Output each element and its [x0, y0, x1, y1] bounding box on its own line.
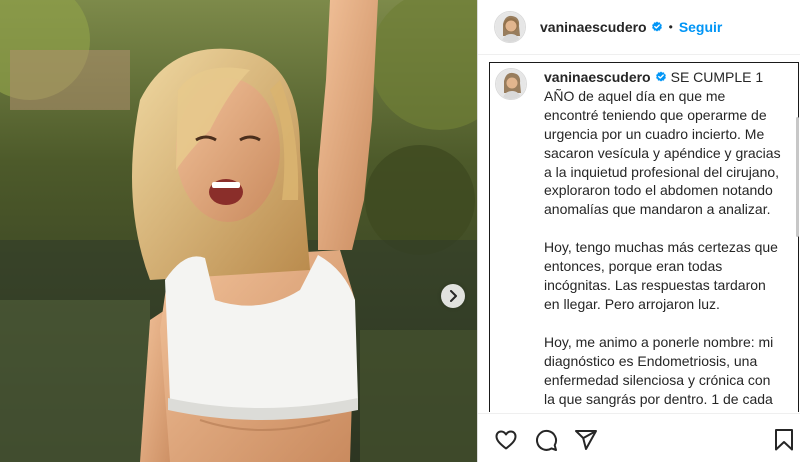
comment-button[interactable] [534, 428, 558, 452]
caption-paragraph-3: Hoy, me animo a ponerle nombre: mi diagn… [544, 333, 777, 412]
like-button[interactable] [494, 428, 518, 452]
save-button[interactable] [774, 428, 794, 452]
post-media [0, 0, 477, 462]
next-slide-button[interactable] [441, 284, 465, 308]
username-link[interactable]: vaninaescudero [540, 19, 647, 35]
follow-button[interactable]: Seguir [679, 19, 723, 35]
comment-icon [536, 429, 558, 451]
separator-dot: • [668, 20, 673, 34]
heart-icon [495, 430, 517, 450]
share-icon [575, 430, 597, 450]
chevron-right-icon [450, 290, 457, 302]
post-actions-bar [478, 413, 800, 462]
verified-badge-icon [651, 21, 663, 33]
caption-paragraph-text: SE CUMPLE 1 AÑO de aquel día en que me e… [544, 69, 781, 218]
verified-badge-icon [655, 71, 667, 83]
avatar-image [495, 12, 525, 42]
caption-username-link[interactable]: vaninaescudero [544, 69, 651, 85]
caption-scrollbar[interactable] [796, 117, 799, 237]
share-button[interactable] [574, 428, 598, 452]
bookmark-icon [775, 429, 793, 451]
post-panel: vaninaescudero • Seguir vaninaescudero SE… [477, 0, 800, 462]
avatar[interactable] [494, 11, 526, 43]
caption-paragraph-1: vaninaescudero SE CUMPLE 1 AÑO de aquel d… [544, 68, 782, 219]
caption-avatar[interactable] [495, 68, 527, 100]
post-header: vaninaescudero • Seguir [478, 0, 800, 55]
caption-text: vaninaescudero SE CUMPLE 1 AÑO de aquel d… [544, 68, 782, 412]
post-photo [0, 0, 477, 462]
caption-paragraph-2: Hoy, tengo muchas más certezas que enton… [544, 239, 778, 312]
caption-area[interactable]: vaninaescudero SE CUMPLE 1 AÑO de aquel d… [478, 56, 800, 412]
